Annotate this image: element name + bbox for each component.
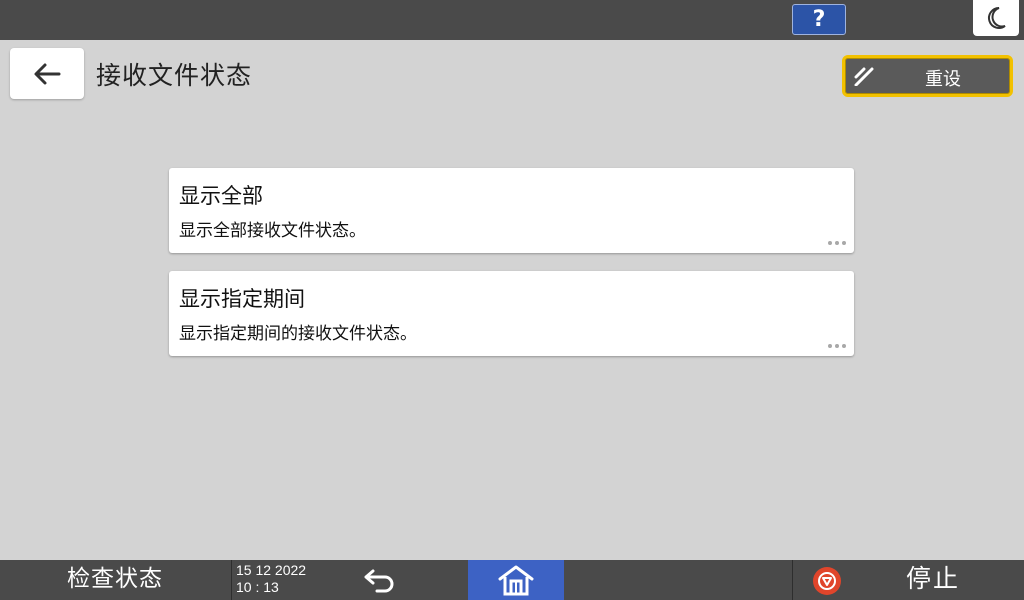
- date-time: 15 12 2022 10 : 13: [236, 562, 306, 596]
- back-nav-button[interactable]: [355, 560, 405, 600]
- reset-button[interactable]: 重设: [842, 55, 1013, 97]
- option-show-period[interactable]: 显示指定期间 显示指定期间的接收文件状态。: [169, 271, 854, 356]
- sleep-button[interactable]: [973, 0, 1019, 36]
- option-title: 显示全部: [179, 184, 263, 208]
- option-title: 显示指定期间: [179, 287, 305, 311]
- date: 15 12 2022: [236, 562, 307, 578]
- divider: [792, 560, 793, 600]
- reset-label: 重设: [925, 69, 961, 90]
- more-dots-icon: [828, 241, 846, 245]
- page-title: 接收文件状态: [96, 61, 253, 90]
- home-icon: [498, 565, 534, 596]
- option-description: 显示指定期间的接收文件状态。: [179, 324, 417, 344]
- option-description: 显示全部接收文件状态。: [179, 221, 366, 241]
- home-button[interactable]: [468, 560, 564, 600]
- option-show-all[interactable]: 显示全部 显示全部接收文件状态。: [169, 168, 854, 253]
- top-bar: ?: [0, 0, 1024, 40]
- back-button[interactable]: [10, 48, 84, 99]
- check-status-button[interactable]: 检查状态: [0, 560, 230, 600]
- stop-icon: [812, 566, 842, 596]
- question-icon: ?: [812, 7, 826, 32]
- more-dots-icon: [828, 344, 846, 348]
- divider: [231, 560, 232, 600]
- reset-slash-icon: [854, 67, 874, 86]
- help-button[interactable]: ?: [792, 4, 846, 35]
- bottom-bar: 检查状态 15 12 2022 10 : 13 停止: [0, 560, 1024, 600]
- moon-icon: [988, 7, 1006, 29]
- stop-button[interactable]: 停止: [842, 560, 1024, 600]
- arrow-left-icon: [34, 63, 61, 84]
- undo-arrow-icon: [364, 569, 394, 593]
- time: 10 : 13: [236, 579, 279, 595]
